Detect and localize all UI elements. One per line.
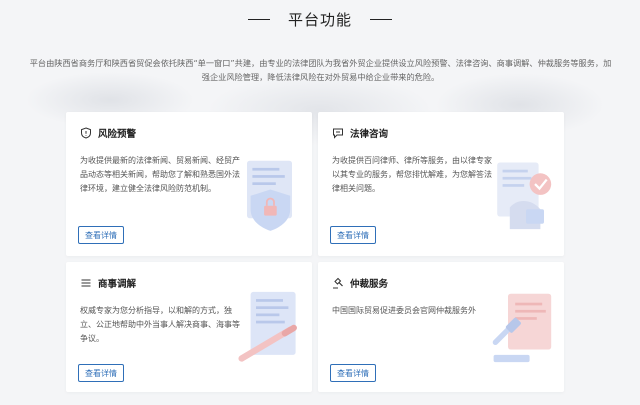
section-title: 平台功能 <box>287 10 352 29</box>
view-details-button[interactable]: 查看详情 <box>330 364 376 382</box>
card-arbitration-service: 仲裁服务 中国国际贸易促进委员会官网仲裁服务外 查看详情 <box>318 262 564 392</box>
card-header: 风险预警 <box>80 126 136 140</box>
legal-illustration <box>497 162 552 230</box>
view-details-button[interactable]: 查看详情 <box>78 364 124 382</box>
card-title: 商事调解 <box>98 279 137 290</box>
shield-alert-icon <box>81 127 91 139</box>
card-title: 风险预警 <box>98 129 137 140</box>
arbitration-illustration <box>492 293 552 363</box>
view-details-button[interactable]: 查看详情 <box>330 226 376 244</box>
list-icon <box>81 279 91 287</box>
card-header: 法律咨询 <box>332 126 388 140</box>
chat-legal-icon <box>333 128 343 139</box>
gavel-icon <box>333 277 343 289</box>
title-dash-left <box>247 18 270 20</box>
card-header: 商事调解 <box>80 276 136 290</box>
card-description: 为收提供最新的法律新闻、贸易新闻、经贸产品动态等相关新闻，帮助您了解和熟悉国外法… <box>80 156 240 193</box>
section-intro: 平台由陕西省商务厅和陕西省贸促会依托陕西“单一窗口”共建，由专业的法律团队为我省… <box>29 58 612 82</box>
card-risk-warning: 风险预警 为收提供最新的法律新闻、贸易新闻、经贸产品动态等相关新闻，帮助您了解和… <box>66 112 312 256</box>
title-dash-right <box>370 18 392 20</box>
card-title: 仲裁服务 <box>350 279 389 290</box>
card-title: 法律咨询 <box>350 129 389 140</box>
view-details-button[interactable]: 查看详情 <box>78 226 124 244</box>
card-description: 为收提供百问律师、律所等服务，由以律专家以其专业的服务，帮您排忧解难，为您解答法… <box>332 156 492 193</box>
card-description: 权威专家为您分析指导，以和解的方式，独立、公正地帮助中外当事人解决商事、海事等争… <box>80 306 240 343</box>
card-description: 中国国际贸易促进委员会官网仲裁服务外 <box>332 306 476 315</box>
card-header: 仲裁服务 <box>332 276 388 290</box>
section-header: 平台功能 <box>0 8 640 30</box>
mediation-illustration <box>238 291 297 362</box>
risk-illustration <box>247 160 292 231</box>
card-legal-consultation: 法律咨询 为收提供百问律师、律所等服务，由以律专家以其专业的服务，帮您排忧解难，… <box>318 112 564 256</box>
card-commercial-mediation: 商事调解 权威专家为您分析指导，以和解的方式，独立、公正地帮助中外当事人解决商事… <box>66 262 312 392</box>
